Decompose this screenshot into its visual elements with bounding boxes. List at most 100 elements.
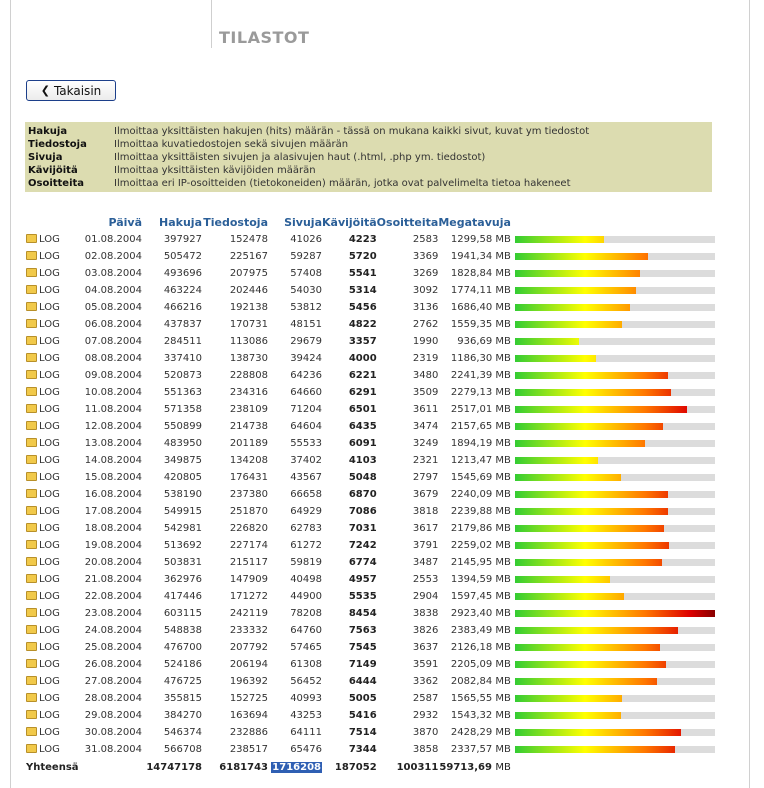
usage-bar-track [514, 610, 715, 617]
usage-bar-fill [514, 423, 663, 430]
log-link[interactable]: LOG [26, 401, 62, 418]
row-hits: 466216 [163, 302, 202, 313]
log-link[interactable]: LOG [26, 724, 62, 741]
row-mb-unit: MB [495, 744, 511, 755]
table-row: LOG 12.08.2004 550899 214738 64604 6435 3474 21… [26, 418, 715, 435]
row-bar-cell [511, 520, 715, 537]
log-link[interactable]: LOG [26, 384, 62, 401]
table-row: LOG 21.08.2004 362976 147909 40498 4957 2553 13… [26, 571, 715, 588]
row-hosts: 3249 [412, 438, 439, 449]
row-date: 25.08.2004 [84, 642, 142, 653]
row-date: 13.08.2004 [84, 438, 142, 449]
row-hosts: 2762 [412, 319, 439, 330]
log-link[interactable]: LOG [26, 350, 62, 367]
row-pages: 59287 [290, 251, 322, 262]
row-visits: 4957 [348, 574, 377, 585]
usage-bar-track [514, 491, 715, 498]
log-label: LOG [39, 268, 60, 279]
folder-icon [26, 472, 37, 481]
legend-term: Tiedostoja [28, 139, 87, 150]
log-link[interactable]: LOG [26, 537, 62, 554]
row-date: 22.08.2004 [84, 591, 142, 602]
back-button[interactable]: ❮ Takaisin [26, 80, 116, 101]
row-hosts: 2932 [412, 710, 439, 721]
row-mb-value: 1828,84 [450, 268, 493, 279]
totals-bar-spacer [511, 758, 715, 776]
row-files: 207975 [229, 268, 268, 279]
log-link[interactable]: LOG [26, 554, 62, 571]
log-link[interactable]: LOG [26, 282, 62, 299]
legend-desc: Ilmoittaa yksittäisten sivujen ja alasiv… [114, 152, 486, 163]
log-link[interactable]: LOG [26, 639, 62, 656]
row-pages: 48151 [290, 319, 322, 330]
row-hits: 337410 [163, 353, 202, 364]
row-pages: 62783 [290, 523, 322, 534]
row-hits: 503831 [163, 557, 202, 568]
log-link[interactable]: LOG [26, 588, 62, 605]
row-files: 202446 [229, 285, 268, 296]
usage-bar-track [514, 559, 715, 566]
log-link[interactable]: LOG [26, 503, 62, 520]
usage-bar-fill [514, 712, 621, 719]
log-link[interactable]: LOG [26, 452, 62, 469]
folder-icon [26, 744, 37, 753]
row-mb-unit: MB [495, 404, 511, 415]
log-label: LOG [39, 557, 60, 568]
log-link[interactable]: LOG [26, 435, 62, 452]
log-link[interactable]: LOG [26, 469, 62, 486]
row-visits: 7344 [348, 744, 377, 755]
row-bar-cell [511, 639, 715, 656]
log-link[interactable]: LOG [26, 299, 62, 316]
row-hits: 483950 [163, 438, 202, 449]
row-mb-unit: MB [495, 455, 511, 466]
log-link[interactable]: LOG [26, 690, 62, 707]
row-hosts: 3791 [412, 540, 439, 551]
row-files: 233332 [229, 625, 268, 636]
log-link[interactable]: LOG [26, 333, 62, 350]
row-mb-value: 2241,39 [450, 370, 493, 381]
row-bar-cell [511, 384, 715, 401]
row-hits: 476700 [163, 642, 202, 653]
log-link[interactable]: LOG [26, 316, 62, 333]
log-link[interactable]: LOG [26, 486, 62, 503]
log-link[interactable]: LOG [26, 605, 62, 622]
table-row: LOG 05.08.2004 466216 192138 53812 5456 3136 16… [26, 299, 715, 316]
row-date: 06.08.2004 [84, 319, 142, 330]
row-hosts: 3092 [412, 285, 439, 296]
folder-icon [26, 455, 37, 464]
table-row: LOG 17.08.2004 549915 251870 64929 7086 3818 22… [26, 503, 715, 520]
table-row: LOG 04.08.2004 463224 202446 54030 5314 3092 17… [26, 282, 715, 299]
stats-table: Päivä Hakuja Tiedostoja Sivuja Kävijöitä… [26, 213, 715, 776]
log-link[interactable]: LOG [26, 707, 62, 724]
row-date: 14.08.2004 [84, 455, 142, 466]
row-mb-unit: MB [495, 234, 511, 245]
log-link[interactable]: LOG [26, 520, 62, 537]
log-link[interactable]: LOG [26, 418, 62, 435]
log-link[interactable]: LOG [26, 571, 62, 588]
folder-icon [26, 693, 37, 702]
total-hosts: 100311 [396, 761, 439, 773]
log-label: LOG [39, 421, 60, 432]
log-link[interactable]: LOG [26, 741, 62, 758]
log-link[interactable]: LOG [26, 656, 62, 673]
log-link[interactable]: LOG [26, 367, 62, 384]
log-label: LOG [39, 591, 60, 602]
row-mb: 1559,35 MB [438, 316, 511, 333]
row-pages: 64604 [290, 421, 322, 432]
folder-icon [26, 608, 37, 617]
log-link[interactable]: LOG [26, 231, 62, 248]
row-files: 134208 [229, 455, 268, 466]
log-link[interactable]: LOG [26, 622, 62, 639]
row-hits: 571358 [163, 404, 202, 415]
row-bar-cell [511, 367, 715, 384]
legend-row: Kävijöitä Ilmoittaa yksittäisten kävijöid… [28, 164, 709, 177]
log-link[interactable]: LOG [26, 673, 62, 690]
row-mb-value: 2259,02 [450, 540, 493, 551]
total-pages: 1716208 [268, 758, 322, 776]
row-hosts: 3838 [412, 608, 439, 619]
log-label: LOG [39, 744, 60, 755]
log-link[interactable]: LOG [26, 248, 62, 265]
row-hits: 463224 [163, 285, 202, 296]
row-visits: 5541 [348, 268, 377, 279]
log-link[interactable]: LOG [26, 265, 62, 282]
